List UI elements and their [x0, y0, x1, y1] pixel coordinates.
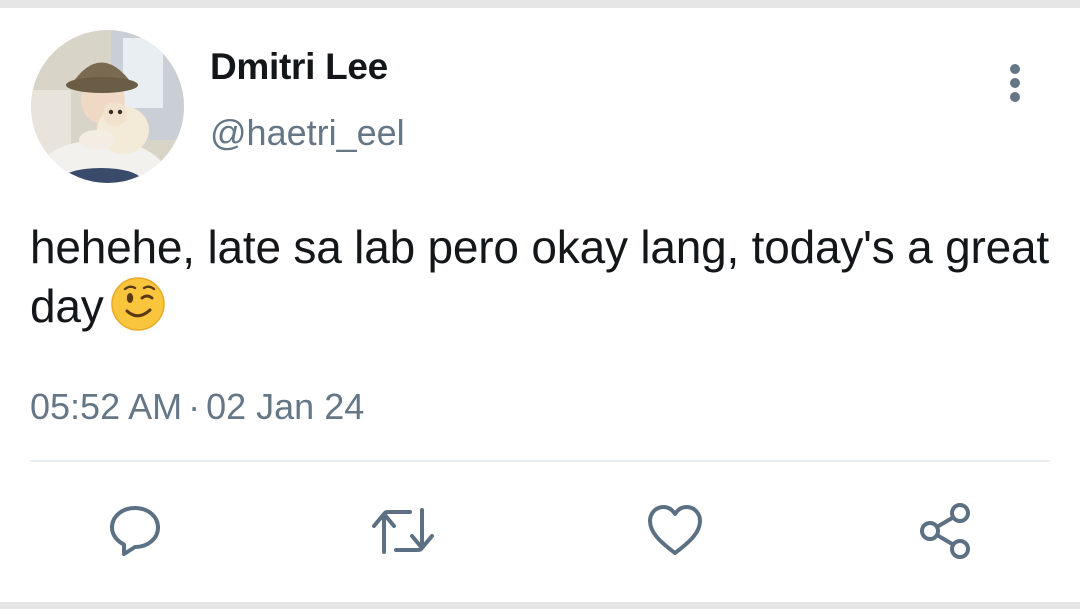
more-dot-icon	[1010, 78, 1020, 88]
retweet-icon	[372, 508, 434, 554]
avatar-photo	[31, 30, 184, 183]
tweet-date: 02 Jan 24	[206, 386, 365, 427]
divider	[30, 460, 1050, 462]
share-icon	[920, 503, 970, 559]
reply-button[interactable]	[102, 498, 168, 564]
display-name[interactable]: Dmitri Lee	[210, 46, 388, 88]
more-dot-icon	[1010, 64, 1020, 74]
tweet-time: 05:52 AM	[30, 386, 183, 427]
tweet-text-container: hehehe, late sa lab pero okay lang, toda…	[30, 218, 1050, 335]
like-button[interactable]	[642, 498, 708, 564]
avatar[interactable]	[31, 30, 184, 183]
share-button[interactable]	[912, 498, 978, 564]
tweet-card: Dmitri Lee @haetri_eel hehehe, late sa l…	[0, 8, 1080, 602]
user-handle[interactable]: @haetri_eel	[210, 112, 405, 154]
winking-face-emoji-icon	[110, 276, 166, 332]
tweet-timestamp: 05:52 AM · 02 Jan 24	[30, 386, 364, 428]
timestamp-separator: ·	[188, 386, 201, 427]
reply-icon	[110, 506, 160, 556]
more-dot-icon	[1010, 92, 1020, 102]
tweet-text: hehehe, late sa lab pero okay lang, toda…	[30, 221, 1049, 332]
like-icon	[648, 505, 702, 555]
retweet-button[interactable]	[370, 498, 436, 564]
more-options-button[interactable]	[996, 58, 1036, 104]
